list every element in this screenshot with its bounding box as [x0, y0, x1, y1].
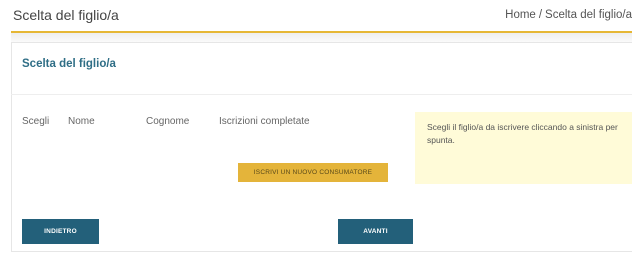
card-title: Scelta del figlio/a	[22, 58, 116, 70]
breadcrumb-separator: /	[538, 9, 543, 21]
breadcrumb-current: Scelta del figlio/a	[545, 9, 632, 21]
breadcrumb: Home / Scelta del figlio/a	[505, 9, 632, 21]
column-header-name: Nome	[68, 116, 95, 127]
card-title-divider	[11, 94, 632, 95]
column-header-select: Scegli	[22, 116, 50, 127]
next-button[interactable]: AVANTI	[338, 219, 413, 244]
back-button[interactable]: INDIETRO	[22, 219, 99, 244]
header-shadow	[11, 33, 632, 42]
column-header-surname: Cognome	[146, 116, 190, 127]
breadcrumb-home-link[interactable]: Home	[505, 9, 536, 21]
enroll-new-consumer-button[interactable]: ISCRIVI UN NUOVO CONSUMATORE	[238, 163, 388, 182]
column-header-completed-enrollments: Iscrizioni completate	[219, 116, 310, 127]
page-title: Scelta del figlio/a	[13, 7, 119, 23]
hint-text: Scegli il figlio/a da iscrivere cliccand…	[427, 122, 618, 145]
hint-box: Scegli il figlio/a da iscrivere cliccand…	[415, 112, 632, 184]
